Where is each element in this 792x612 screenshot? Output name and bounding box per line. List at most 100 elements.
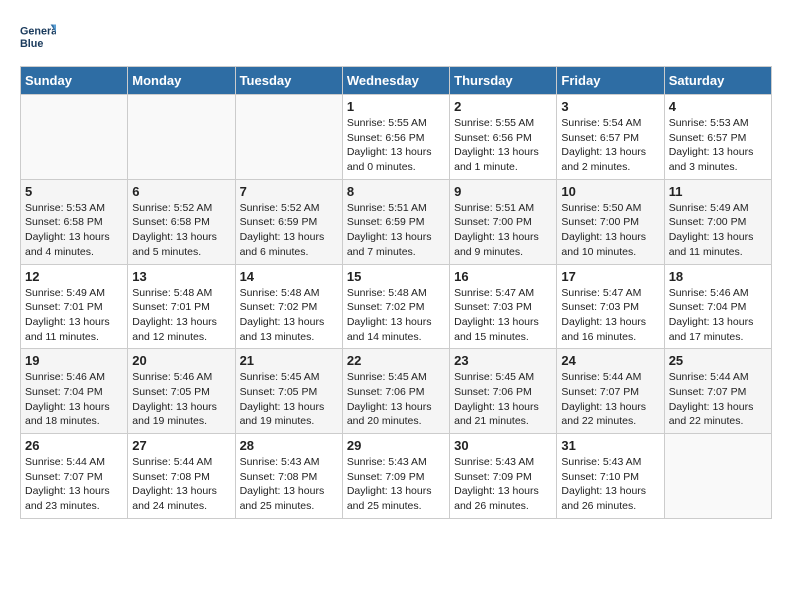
day-cell: 6 Sunrise: 5:52 AM Sunset: 6:58 PM Daylig…	[128, 179, 235, 264]
day-info: Sunrise: 5:51 AM Sunset: 6:59 PM Dayligh…	[347, 201, 445, 260]
week-row-4: 19 Sunrise: 5:46 AM Sunset: 7:04 PM Dayli…	[21, 349, 772, 434]
col-header-sunday: Sunday	[21, 67, 128, 95]
day-number: 14	[240, 269, 338, 284]
day-number: 18	[669, 269, 767, 284]
day-info: Sunrise: 5:52 AM Sunset: 6:58 PM Dayligh…	[132, 201, 230, 260]
day-cell: 10 Sunrise: 5:50 AM Sunset: 7:00 PM Dayli…	[557, 179, 664, 264]
day-cell	[235, 95, 342, 180]
day-cell	[128, 95, 235, 180]
day-info: Sunrise: 5:44 AM Sunset: 7:07 PM Dayligh…	[25, 455, 123, 514]
day-number: 1	[347, 99, 445, 114]
logo-icon: GeneralBlue	[20, 20, 56, 56]
day-info: Sunrise: 5:48 AM Sunset: 7:02 PM Dayligh…	[240, 286, 338, 345]
day-cell: 8 Sunrise: 5:51 AM Sunset: 6:59 PM Daylig…	[342, 179, 449, 264]
day-info: Sunrise: 5:46 AM Sunset: 7:04 PM Dayligh…	[669, 286, 767, 345]
day-info: Sunrise: 5:43 AM Sunset: 7:08 PM Dayligh…	[240, 455, 338, 514]
day-number: 29	[347, 438, 445, 453]
day-info: Sunrise: 5:43 AM Sunset: 7:09 PM Dayligh…	[454, 455, 552, 514]
day-number: 23	[454, 353, 552, 368]
day-info: Sunrise: 5:46 AM Sunset: 7:04 PM Dayligh…	[25, 370, 123, 429]
day-number: 5	[25, 184, 123, 199]
col-header-friday: Friday	[557, 67, 664, 95]
day-info: Sunrise: 5:48 AM Sunset: 7:01 PM Dayligh…	[132, 286, 230, 345]
day-number: 10	[561, 184, 659, 199]
day-info: Sunrise: 5:53 AM Sunset: 6:57 PM Dayligh…	[669, 116, 767, 175]
week-row-3: 12 Sunrise: 5:49 AM Sunset: 7:01 PM Dayli…	[21, 264, 772, 349]
day-info: Sunrise: 5:44 AM Sunset: 7:08 PM Dayligh…	[132, 455, 230, 514]
col-header-wednesday: Wednesday	[342, 67, 449, 95]
day-cell: 18 Sunrise: 5:46 AM Sunset: 7:04 PM Dayli…	[664, 264, 771, 349]
day-cell: 15 Sunrise: 5:48 AM Sunset: 7:02 PM Dayli…	[342, 264, 449, 349]
day-info: Sunrise: 5:49 AM Sunset: 7:00 PM Dayligh…	[669, 201, 767, 260]
header-row: SundayMondayTuesdayWednesdayThursdayFrid…	[21, 67, 772, 95]
day-cell: 28 Sunrise: 5:43 AM Sunset: 7:08 PM Dayli…	[235, 434, 342, 519]
col-header-tuesday: Tuesday	[235, 67, 342, 95]
day-cell: 20Sunrise: 5:46 AM Sunset: 7:05 PM Dayli…	[128, 349, 235, 434]
svg-text:General: General	[20, 25, 56, 37]
day-number: 15	[347, 269, 445, 284]
page-header: GeneralBlue	[20, 20, 772, 56]
day-number: 4	[669, 99, 767, 114]
day-number: 21	[240, 353, 338, 368]
day-info: Sunrise: 5:44 AM Sunset: 7:07 PM Dayligh…	[669, 370, 767, 429]
day-number: 31	[561, 438, 659, 453]
day-number: 25	[669, 353, 767, 368]
day-number: 12	[25, 269, 123, 284]
day-number: 16	[454, 269, 552, 284]
day-info: Sunrise: 5:52 AM Sunset: 6:59 PM Dayligh…	[240, 201, 338, 260]
day-info: Sunrise: 5:51 AM Sunset: 7:00 PM Dayligh…	[454, 201, 552, 260]
col-header-saturday: Saturday	[664, 67, 771, 95]
day-cell: 25 Sunrise: 5:44 AM Sunset: 7:07 PM Dayli…	[664, 349, 771, 434]
day-cell: 4 Sunrise: 5:53 AM Sunset: 6:57 PM Daylig…	[664, 95, 771, 180]
day-cell: 12 Sunrise: 5:49 AM Sunset: 7:01 PM Dayli…	[21, 264, 128, 349]
day-info: Sunrise: 5:47 AM Sunset: 7:03 PM Dayligh…	[454, 286, 552, 345]
col-header-thursday: Thursday	[450, 67, 557, 95]
day-info: Sunrise: 5:45 AM Sunset: 7:05 PM Dayligh…	[240, 370, 338, 429]
svg-text:Blue: Blue	[20, 38, 43, 50]
day-info: Sunrise: 5:43 AM Sunset: 7:10 PM Dayligh…	[561, 455, 659, 514]
day-number: 6	[132, 184, 230, 199]
day-cell: 21 Sunrise: 5:45 AM Sunset: 7:05 PM Dayli…	[235, 349, 342, 434]
day-cell: 1Sunrise: 5:55 AM Sunset: 6:56 PM Daylig…	[342, 95, 449, 180]
day-number: 9	[454, 184, 552, 199]
day-number: 3	[561, 99, 659, 114]
day-cell: 30 Sunrise: 5:43 AM Sunset: 7:09 PM Dayli…	[450, 434, 557, 519]
week-row-1: 1 Sunrise: 5:55 AM Sunset: 6:56 PM Daylig…	[21, 95, 772, 180]
day-info: Sunrise: 5:50 AM Sunset: 7:00 PM Dayligh…	[561, 201, 659, 260]
day-number: 2	[454, 99, 552, 114]
day-cell: 27Sunrise: 5:44 AM Sunset: 7:08 PM Dayli…	[128, 434, 235, 519]
day-number: 28	[240, 438, 338, 453]
week-row-5: 26Sunrise: 5:44 AM Sunset: 7:07 PM Dayli…	[21, 434, 772, 519]
day-cell: 14 Sunrise: 5:48 AM Sunset: 7:02 PM Dayli…	[235, 264, 342, 349]
day-cell: 3 Sunrise: 5:54 AM Sunset: 6:57 PM Daylig…	[557, 95, 664, 180]
day-number: 17	[561, 269, 659, 284]
day-cell: 19 Sunrise: 5:46 AM Sunset: 7:04 PM Dayli…	[21, 349, 128, 434]
day-cell	[664, 434, 771, 519]
day-cell: 9 Sunrise: 5:51 AM Sunset: 7:00 PM Daylig…	[450, 179, 557, 264]
day-info: Sunrise: 5:49 AM Sunset: 7:01 PM Dayligh…	[25, 286, 123, 345]
day-number: 24	[561, 353, 659, 368]
day-number: 19	[25, 353, 123, 368]
day-cell	[21, 95, 128, 180]
day-cell: 22Sunrise: 5:45 AM Sunset: 7:06 PM Dayli…	[342, 349, 449, 434]
day-info: Sunrise: 5:44 AM Sunset: 7:07 PM Dayligh…	[561, 370, 659, 429]
day-cell: 17Sunrise: 5:47 AM Sunset: 7:03 PM Dayli…	[557, 264, 664, 349]
day-cell: 29 Sunrise: 5:43 AM Sunset: 7:09 PM Dayli…	[342, 434, 449, 519]
calendar-table: SundayMondayTuesdayWednesdayThursdayFrid…	[20, 66, 772, 519]
day-info: Sunrise: 5:43 AM Sunset: 7:09 PM Dayligh…	[347, 455, 445, 514]
day-info: Sunrise: 5:48 AM Sunset: 7:02 PM Dayligh…	[347, 286, 445, 345]
week-row-2: 5 Sunrise: 5:53 AM Sunset: 6:58 PM Daylig…	[21, 179, 772, 264]
day-cell: 5 Sunrise: 5:53 AM Sunset: 6:58 PM Daylig…	[21, 179, 128, 264]
day-cell: 26Sunrise: 5:44 AM Sunset: 7:07 PM Dayli…	[21, 434, 128, 519]
day-number: 20	[132, 353, 230, 368]
day-cell: 13Sunrise: 5:48 AM Sunset: 7:01 PM Dayli…	[128, 264, 235, 349]
day-info: Sunrise: 5:55 AM Sunset: 6:56 PM Dayligh…	[454, 116, 552, 175]
day-cell: 11Sunrise: 5:49 AM Sunset: 7:00 PM Dayli…	[664, 179, 771, 264]
day-info: Sunrise: 5:53 AM Sunset: 6:58 PM Dayligh…	[25, 201, 123, 260]
day-cell: 24 Sunrise: 5:44 AM Sunset: 7:07 PM Dayli…	[557, 349, 664, 434]
day-info: Sunrise: 5:54 AM Sunset: 6:57 PM Dayligh…	[561, 116, 659, 175]
day-cell: 23Sunrise: 5:45 AM Sunset: 7:06 PM Dayli…	[450, 349, 557, 434]
day-number: 8	[347, 184, 445, 199]
day-cell: 16 Sunrise: 5:47 AM Sunset: 7:03 PM Dayli…	[450, 264, 557, 349]
day-number: 30	[454, 438, 552, 453]
